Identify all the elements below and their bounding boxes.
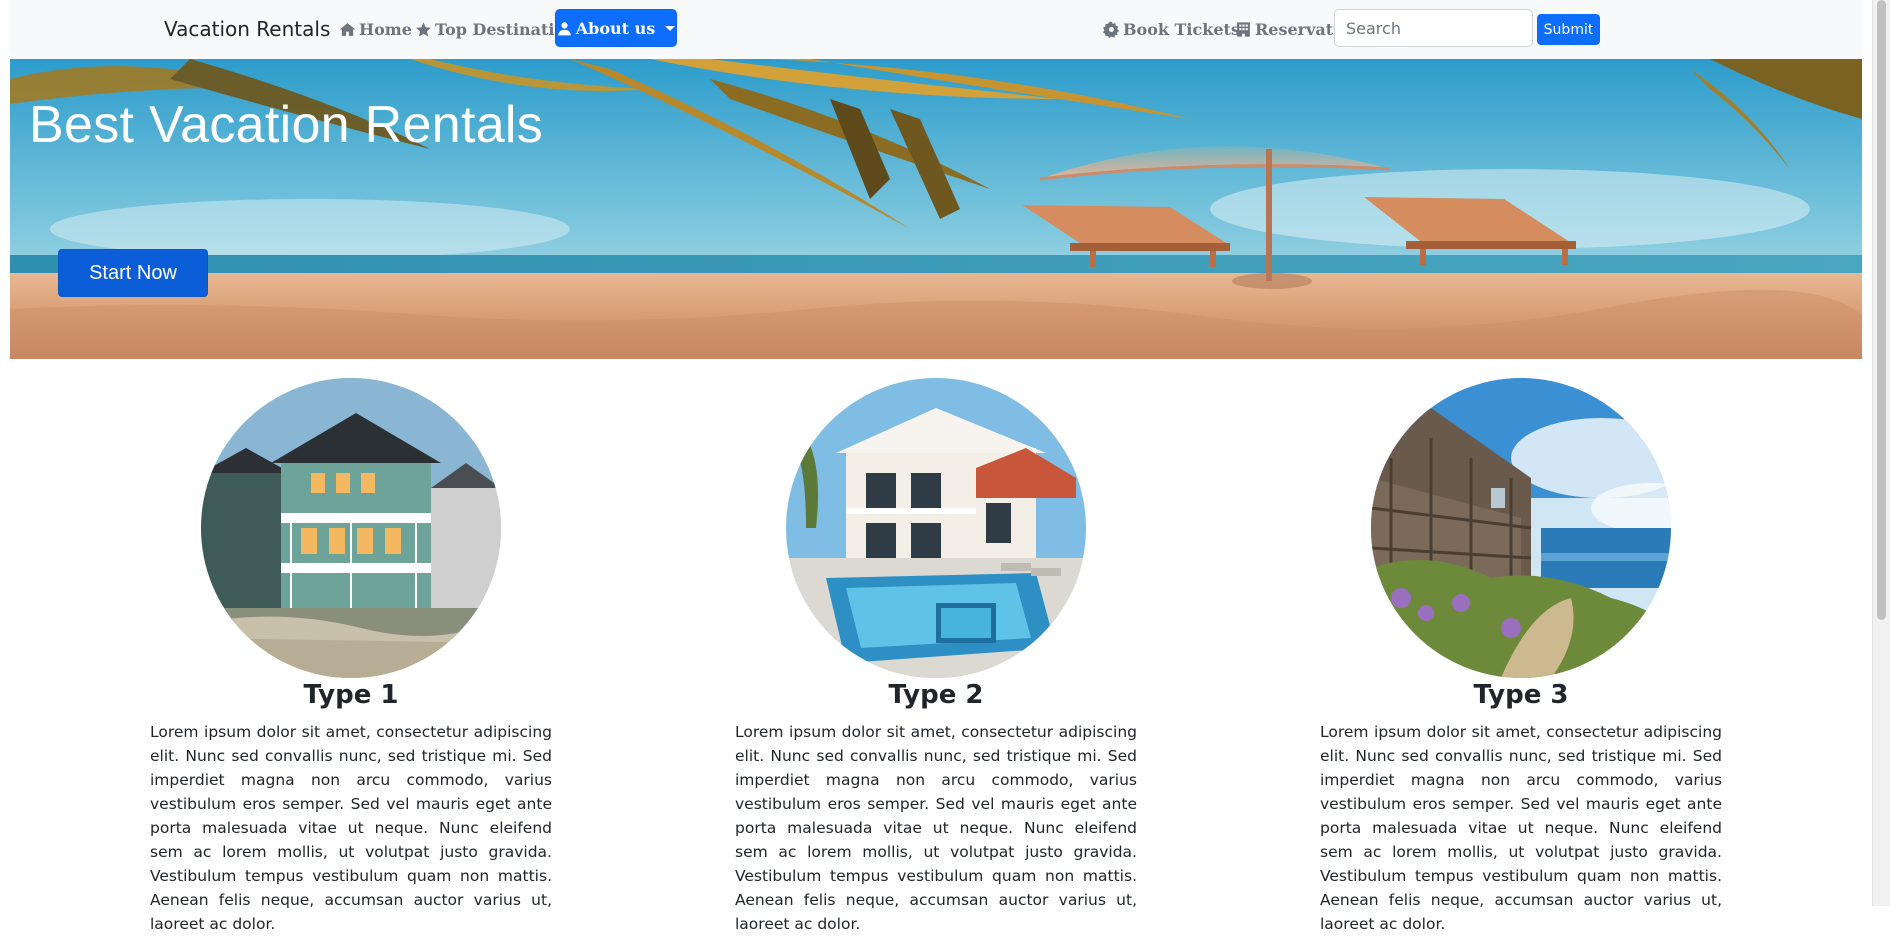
submit-button[interactable]: Submit [1537,14,1600,45]
nav-book-tickets[interactable]: Book Tickets [1103,18,1240,40]
rental-photo-2 [786,378,1086,678]
page: Vacation Rentals Home Top Destinations A… [10,0,1862,933]
start-now-button[interactable]: Start Now [58,249,208,297]
navbar: Vacation Rentals Home Top Destinations A… [10,0,1862,60]
card-text-3: Lorem ipsum dolor sit amet, consectetur … [1320,723,1722,933]
card-title-2: Type 2 [888,680,984,710]
hero-title: Best Vacation Rentals [29,96,544,154]
chevron-down-icon [665,25,676,31]
card-text-1: Lorem ipsum dolor sit amet, consectetur … [150,723,552,933]
page-scrollbar[interactable] [1872,0,1890,906]
hero-banner: Best Vacation Rentals Start Now [10,59,1862,359]
rental-photo-1 [201,378,501,678]
nav-home-label: Home [359,19,412,39]
card-text-2: Lorem ipsum dolor sit amet, consectetur … [735,723,1137,933]
user-icon [557,21,571,35]
cliffside-house-image [1371,378,1671,678]
scrollbar-thumb[interactable] [1877,0,1886,620]
about-label: About us [575,18,656,38]
rental-photo-3 [1371,378,1671,678]
star-icon [416,21,431,37]
villa-pool-image [786,378,1086,678]
nav-home[interactable]: Home [339,18,412,40]
card-title-1: Type 1 [303,680,399,710]
beach-house-image [201,378,501,678]
card-title-3: Type 3 [1473,680,1569,710]
gear-icon [1103,21,1120,38]
brand-link[interactable]: Vacation Rentals [164,14,330,44]
search-input[interactable] [1334,9,1533,47]
building-icon [1237,21,1250,37]
home-icon [339,22,356,36]
about-dropdown-button[interactable]: About us [555,9,677,47]
nav-book-tickets-label: Book Tickets [1123,19,1240,39]
